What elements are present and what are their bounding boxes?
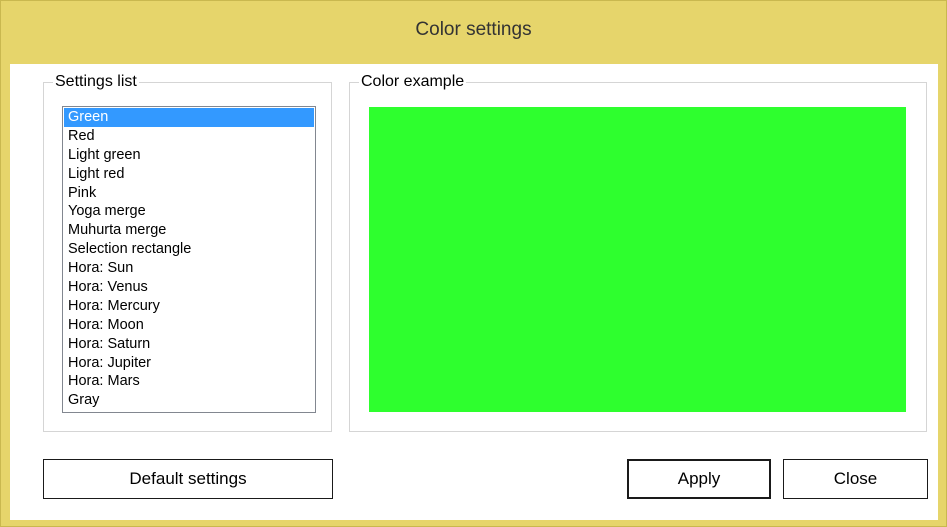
list-item[interactable]: Hora: Venus xyxy=(64,278,314,297)
close-button[interactable]: Close xyxy=(783,459,928,499)
list-item[interactable]: Hora: Mercury xyxy=(64,297,314,316)
list-item[interactable]: Hora: Mars xyxy=(64,372,314,391)
settings-list-label: Settings list xyxy=(55,73,137,90)
list-item[interactable]: Red xyxy=(64,127,314,146)
list-item[interactable]: Hora: Saturn xyxy=(64,335,314,354)
list-item[interactable]: Light red xyxy=(64,165,314,184)
dialog-client-area: Settings list Green Red Light green Light r… xyxy=(10,64,938,520)
list-item[interactable]: Yoga merge xyxy=(64,202,314,221)
settings-listbox[interactable]: Green Red Light green Light red Pink Yoga mer… xyxy=(62,106,316,413)
title-bar[interactable]: Color settings xyxy=(1,1,946,64)
color-example-label: Color example xyxy=(361,73,465,90)
color-example-swatch xyxy=(369,107,906,412)
list-item[interactable]: Pink xyxy=(64,184,314,203)
list-item[interactable]: Muhurta merge xyxy=(64,221,314,240)
list-item[interactable]: Green xyxy=(64,108,314,127)
window-title: Color settings xyxy=(415,19,532,40)
list-item[interactable]: Gray xyxy=(64,391,314,410)
default-settings-button[interactable]: Default settings xyxy=(43,459,333,499)
list-item[interactable]: Hora: Jupiter xyxy=(64,354,314,373)
color-settings-window: Color settings Settings list Green Red Lig… xyxy=(0,0,947,527)
list-item[interactable]: Selection rectangle xyxy=(64,240,314,259)
list-item[interactable]: Hora: Moon xyxy=(64,316,314,335)
apply-button[interactable]: Apply xyxy=(627,459,771,499)
list-item[interactable]: Light green xyxy=(64,146,314,165)
list-item[interactable]: Hora: Sun xyxy=(64,259,314,278)
